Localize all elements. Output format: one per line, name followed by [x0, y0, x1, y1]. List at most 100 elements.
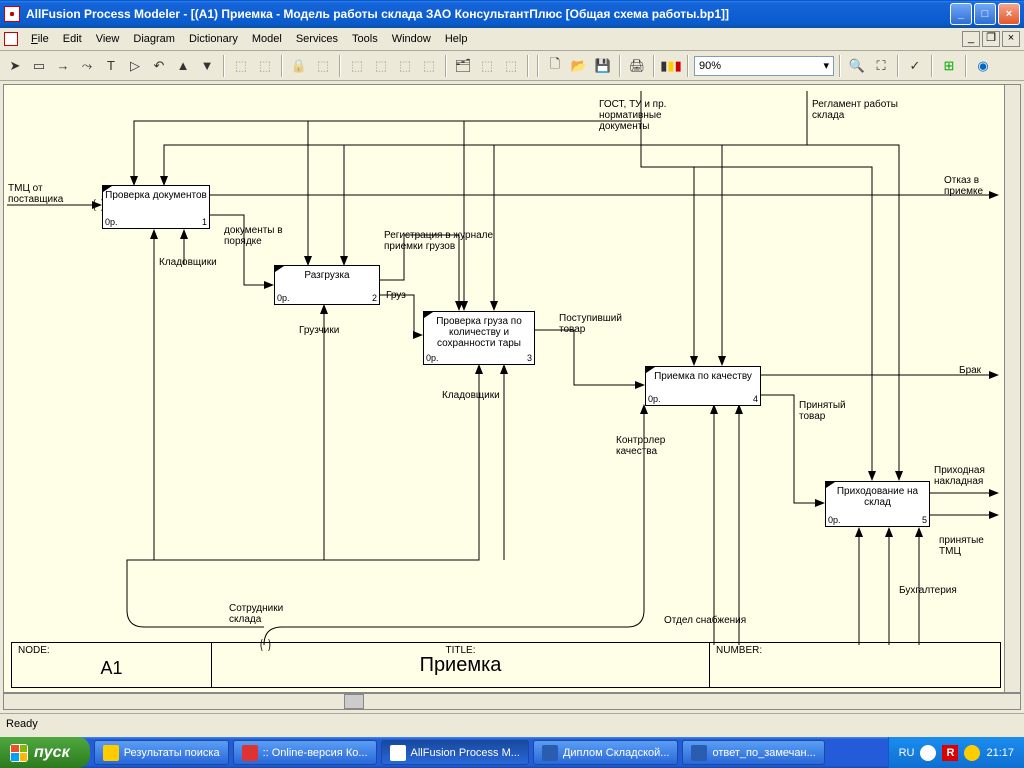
- taskbar-item[interactable]: ответ_по_замечан...: [682, 740, 824, 765]
- language-indicator[interactable]: RU: [899, 747, 915, 759]
- box-tool[interactable]: ▭: [28, 55, 50, 77]
- arrow-label: Отказ в приемке: [944, 175, 1004, 197]
- window-titlebar: AllFusion Process Modeler - [(A1) Приемк…: [0, 0, 1024, 28]
- arrow-label: принятые ТМЦ: [939, 535, 999, 557]
- scroll-thumb[interactable]: [344, 694, 364, 709]
- taskbar-item-active[interactable]: AllFusion Process M...: [381, 740, 529, 765]
- doc-restore-button[interactable]: ❐: [982, 31, 1000, 47]
- tool-g[interactable]: ⬚: [418, 55, 440, 77]
- taskbar: пуск Результаты поиска :: Online-версия …: [0, 737, 1024, 768]
- arrow-label: Контролер качества: [616, 435, 686, 457]
- arrow-label: ГОСТ, ТУ и пр. нормативные документы: [599, 99, 699, 132]
- arrow-label: Регламент работы склада: [812, 99, 932, 121]
- menu-model[interactable]: Model: [245, 30, 289, 48]
- tool-a[interactable]: ⬚: [230, 55, 252, 77]
- arrow-label: документы в порядке: [224, 225, 304, 247]
- activity-box-4[interactable]: Приемка по качеству 0р.4: [645, 366, 761, 406]
- menu-window[interactable]: Window: [385, 30, 438, 48]
- arrow-label: Бухгалтерия: [899, 585, 957, 596]
- tool-i[interactable]: ⬚: [476, 55, 498, 77]
- menu-help[interactable]: Help: [438, 30, 475, 48]
- arrow-label: Грузчики: [299, 325, 339, 336]
- squiggle-tool[interactable]: ⤳: [76, 55, 98, 77]
- tool-e[interactable]: ⬚: [370, 55, 392, 77]
- arrow-label: Отдел снабжения: [664, 615, 746, 626]
- activity-box-1[interactable]: Проверка документов 0р.1: [102, 185, 210, 229]
- horizontal-scrollbar[interactable]: [3, 693, 1021, 710]
- down-tool[interactable]: ▼: [196, 55, 218, 77]
- app-icon: [390, 745, 406, 761]
- taskbar-item[interactable]: Результаты поиска: [94, 740, 229, 765]
- save-button[interactable]: 💾: [592, 55, 614, 77]
- menu-dictionary[interactable]: Dictionary: [182, 30, 245, 48]
- diagram-canvas[interactable]: ( ) ( ) Проверка документов 0р.1 Разгруз…: [3, 84, 1021, 693]
- open-button[interactable]: 📂: [568, 55, 590, 77]
- arrow-label: Груз: [386, 290, 406, 301]
- tool-lock[interactable]: 🔒: [288, 55, 310, 77]
- arrow-label: Брак: [959, 365, 981, 376]
- activity-label: Разгрузка: [304, 270, 349, 281]
- undo-tool[interactable]: ↶: [148, 55, 170, 77]
- text-tool[interactable]: T: [100, 55, 122, 77]
- arrow-label: Приходная накладная: [934, 465, 1004, 487]
- decompose-tool[interactable]: ▷: [124, 55, 146, 77]
- world-button[interactable]: ◉: [972, 55, 994, 77]
- arrow-label: Кладовщики: [442, 390, 500, 401]
- pointer-tool[interactable]: ➤: [4, 55, 26, 77]
- menu-tools[interactable]: Tools: [345, 30, 385, 48]
- taskbar-item[interactable]: Диплом Складской...: [533, 740, 679, 765]
- menu-edit[interactable]: Edit: [56, 30, 89, 48]
- tool-f[interactable]: ⬚: [394, 55, 416, 77]
- app-icon: [4, 6, 20, 22]
- taskbar-item[interactable]: :: Online-версия Ко...: [233, 740, 377, 765]
- menu-view[interactable]: View: [89, 30, 127, 48]
- vertical-scrollbar[interactable]: [1004, 84, 1021, 693]
- menu-file[interactable]: File: [24, 30, 56, 48]
- tool-h[interactable]: 🗂: [452, 55, 474, 77]
- arrow-label: Регистрация в журнале приемки грузов: [384, 230, 504, 252]
- activity-box-3[interactable]: Проверка груза по количеству и сохраннос…: [423, 311, 535, 365]
- close-button[interactable]: ×: [998, 3, 1020, 25]
- new-button[interactable]: 🗋: [544, 55, 566, 77]
- zoom-combo[interactable]: 90%▾: [694, 56, 834, 76]
- clock[interactable]: 21:17: [986, 747, 1014, 759]
- node-label: NODE:: [18, 645, 50, 656]
- tool-c[interactable]: ⬚: [312, 55, 334, 77]
- activity-box-2[interactable]: Разгрузка 0р.2: [274, 265, 380, 305]
- print-button[interactable]: 🖨: [626, 55, 648, 77]
- system-tray[interactable]: RU ◃ R 21:17: [888, 737, 1024, 768]
- arrow-tool[interactable]: →: [52, 55, 74, 77]
- menu-services[interactable]: Services: [289, 30, 345, 48]
- maximize-button[interactable]: □: [974, 3, 996, 25]
- tray-icon[interactable]: [964, 745, 980, 761]
- minimize-button[interactable]: _: [950, 3, 972, 25]
- zoom-fit-button[interactable]: ⛶: [870, 55, 892, 77]
- number-label: NUMBER:: [716, 645, 762, 656]
- start-button[interactable]: пуск: [0, 737, 90, 768]
- tool-b[interactable]: ⬚: [254, 55, 276, 77]
- tray-icon[interactable]: ◃: [920, 745, 936, 761]
- arrow-label: Поступивший товар: [559, 313, 649, 335]
- tool-j[interactable]: ⬚: [500, 55, 522, 77]
- menu-bar: File Edit View Diagram Dictionary Model …: [0, 28, 1024, 51]
- toolbar: ➤ ▭ → ⤳ T ▷ ↶ ▲ ▼ ⬚ ⬚ 🔒 ⬚ ⬚ ⬚ ⬚ ⬚ 🗂 ⬚ ⬚ …: [0, 51, 1024, 81]
- spellcheck-button[interactable]: ✓: [904, 55, 926, 77]
- arrow-label: Сотрудники склада: [229, 603, 309, 625]
- doc-close-button[interactable]: ×: [1002, 31, 1020, 47]
- zoom-in-button[interactable]: 🔍: [846, 55, 868, 77]
- up-tool[interactable]: ▲: [172, 55, 194, 77]
- avira-icon[interactable]: R: [942, 745, 958, 761]
- folder-icon: [103, 745, 119, 761]
- tool-d[interactable]: ⬚: [346, 55, 368, 77]
- tree-button[interactable]: ⊞: [938, 55, 960, 77]
- doc-icon: [4, 32, 18, 46]
- activity-box-5[interactable]: Приходование на склад 0р.5: [825, 481, 930, 527]
- doc-minimize-button[interactable]: _: [962, 31, 980, 47]
- diagram-footer: NODE:A1 TITLE:Приемка NUMBER:: [11, 642, 1001, 688]
- flag-button[interactable]: ▮▮▮: [660, 55, 682, 77]
- word-icon: [691, 745, 707, 761]
- menu-diagram[interactable]: Diagram: [126, 30, 182, 48]
- activity-label: Приемка по качеству: [654, 371, 752, 382]
- arrows-layer: [4, 85, 1021, 692]
- activity-label: Проверка груза по количеству и сохраннос…: [436, 316, 522, 349]
